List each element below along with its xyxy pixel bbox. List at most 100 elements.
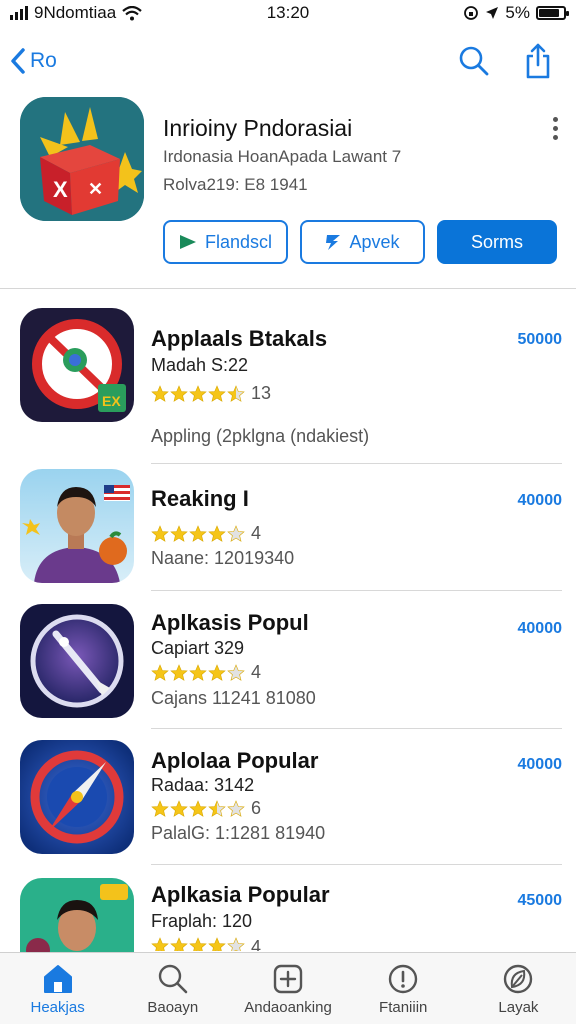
status-left: 9Ndomtiaa (10, 3, 210, 23)
list-item-subtitle: Radaa: 3142 (151, 775, 255, 795)
tab-info[interactable]: Ftaniiin (346, 953, 461, 1024)
star-icon (189, 937, 207, 951)
tab-add[interactable]: Andaoanking (230, 953, 345, 1024)
list-item-price[interactable]: 40000 (518, 620, 563, 638)
tab-leaf[interactable]: Layak (461, 953, 576, 1024)
apk-button-label: Apvek (349, 231, 400, 252)
more-dot (553, 117, 558, 122)
gift-box-icon: X ✕ (20, 97, 144, 221)
list-item-price[interactable]: 40000 (518, 492, 563, 510)
star-icon (151, 799, 169, 817)
list-item-title: Aplolaa Popular (151, 748, 319, 773)
tab-label: Andaoanking (244, 999, 332, 1016)
header-divider (0, 288, 576, 289)
more-dot (553, 135, 558, 140)
star-icon (227, 384, 245, 402)
battery-fill (539, 9, 560, 17)
status-bar: 9Ndomtiaa 13:20 5% (0, 0, 576, 26)
share-icon[interactable] (524, 43, 552, 79)
list-item-rating: 4 (151, 937, 261, 951)
person-portrait-icon (20, 878, 134, 952)
list-item-price[interactable]: 40000 (518, 756, 563, 774)
app-header: X ✕ Inrioiny Pndorasiai Irdonasia HoanAp… (0, 95, 576, 280)
battery-percent: 5% (505, 3, 530, 22)
rating-count: 4 (251, 662, 262, 682)
star-rating (151, 663, 245, 682)
action-buttons: Flandscl Apvek Sorms (163, 220, 557, 264)
star-icon (189, 663, 207, 681)
install-button-label: Flandscl (204, 231, 273, 252)
list-item-icon (20, 878, 134, 952)
star-icon (151, 384, 169, 402)
app-icon: X ✕ (20, 97, 144, 221)
list-item-icon (20, 604, 134, 718)
compass-red-icon: EX (20, 308, 134, 422)
star-icon (189, 799, 207, 817)
rating-count: 6 (251, 798, 262, 818)
star-icon (227, 663, 245, 681)
star-icon (151, 524, 169, 542)
star-icon (208, 937, 226, 951)
carrier-name: 9Ndomtiaa (34, 3, 117, 22)
more-options-button[interactable] (553, 117, 558, 140)
navigation-bar: Ro (0, 36, 576, 86)
location-arrow-icon (486, 7, 499, 19)
list-item-meta: Cajans 11241 81080 (151, 688, 316, 708)
back-button[interactable]: Ro (10, 47, 57, 75)
app-meta: Rolva219: E8 1941 (163, 175, 308, 194)
list-item-price[interactable]: 45000 (518, 892, 563, 910)
list-item[interactable]: Aplkasia Popular Fraplah: 120 4 45000 (0, 874, 576, 954)
list-item-rating: 4 (151, 523, 261, 544)
app-subtitle: Irdonasia HoanApada Lawant 7 (163, 147, 402, 166)
tab-label: Ftaniiin (379, 999, 428, 1016)
apk-button[interactable]: Apvek (300, 220, 425, 264)
nav-actions (458, 43, 566, 79)
list-item[interactable]: Aplolaa Popular Radaa: 3142 6 PalalG: 1:… (0, 738, 576, 865)
rating-count: 13 (251, 383, 272, 403)
install-button[interactable]: Flandscl (163, 220, 288, 264)
back-label: Ro (30, 49, 57, 72)
search-icon[interactable] (458, 45, 490, 77)
star-rating (151, 937, 245, 951)
star-icon (189, 524, 207, 542)
tab-label: Heakjas (30, 999, 85, 1016)
wifi-icon (122, 5, 142, 20)
star-icon (170, 799, 188, 817)
list-item-icon: EX (20, 308, 134, 422)
tab-bar: Heakjas Baoayn Andaoanking Ftaniiin Laya… (0, 952, 576, 1024)
rotation-lock-icon (464, 6, 479, 20)
star-icon (208, 524, 226, 542)
tab-label: Baoayn (147, 999, 199, 1016)
open-button[interactable]: Sorms (437, 220, 557, 264)
row-separator (151, 864, 562, 865)
list-item-rating: 6 (151, 798, 261, 819)
star-icon (208, 384, 226, 402)
star-icon (170, 384, 188, 402)
svg-text:EX: EX (102, 393, 121, 409)
star-icon (208, 799, 226, 817)
leaf-icon (504, 964, 533, 994)
list-item-subtitle: Madah S:22 (151, 355, 249, 375)
play-icon (179, 235, 196, 249)
tab-home[interactable]: Heakjas (0, 953, 115, 1024)
svg-text:✕: ✕ (88, 179, 103, 199)
star-rating (151, 384, 245, 403)
app-title: Inrioiny Pndorasiai (163, 115, 353, 141)
star-icon (227, 799, 245, 817)
list-item[interactable]: Aplkasis Popul Capiart 329 4 Cajans 1124… (0, 602, 576, 729)
info-circle-icon (389, 964, 418, 994)
star-icon (227, 937, 245, 951)
list-item[interactable]: Reaking I 4 Naane: 12019340 40000 (0, 464, 576, 591)
home-icon (43, 965, 72, 993)
tab-label: Layak (498, 999, 539, 1016)
tab-search[interactable]: Baoayn (115, 953, 230, 1024)
row-separator (151, 728, 562, 729)
list-item-price[interactable]: 50000 (518, 331, 563, 349)
row-separator (151, 590, 562, 591)
star-icon (151, 937, 169, 951)
plus-square-icon (273, 964, 303, 994)
star-icon (227, 524, 245, 542)
signal-icon (10, 6, 28, 20)
star-icon (170, 524, 188, 542)
list-item[interactable]: EX Applaals Btakals Madah S:22 13 Applin… (0, 300, 576, 464)
